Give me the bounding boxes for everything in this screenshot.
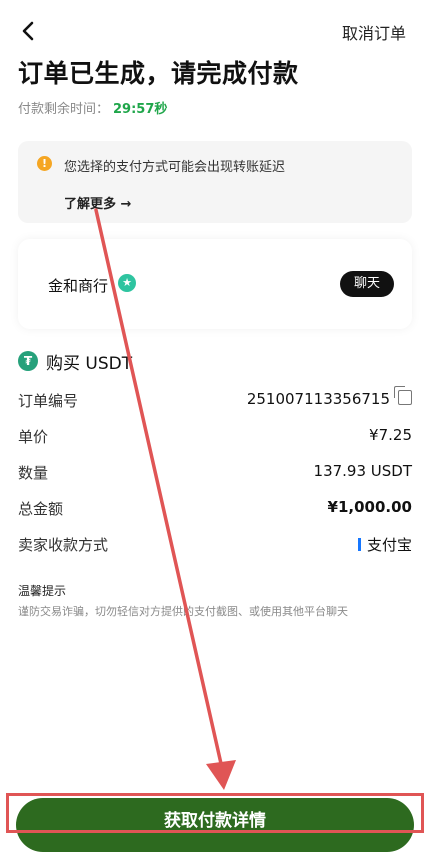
- tip-title: 温馨提示: [18, 584, 67, 598]
- payment-method-value: 支付宝: [357, 534, 412, 555]
- merchant-card: 金和商行 ★ 聊天: [18, 239, 412, 329]
- total-amount-row: 总金额 ¥1,000.00: [18, 498, 412, 522]
- chevron-left-icon[interactable]: [14, 16, 44, 46]
- unit-price-value: ¥7.25: [369, 426, 412, 444]
- annotation-box: [6, 793, 424, 833]
- row-label: 卖家收款方式: [18, 536, 109, 554]
- payment-method-text: 支付宝: [366, 536, 412, 554]
- order-number-row: 订单编号 251007113356715: [18, 386, 412, 414]
- merchant-name: 金和商行: [48, 277, 109, 295]
- verified-star-icon: ★: [118, 274, 136, 292]
- row-label: 总金额: [18, 500, 64, 518]
- timer-value: 29:57秒: [113, 102, 168, 117]
- learn-more-link[interactable]: 了解更多 →: [64, 193, 131, 212]
- alipay-icon: [357, 538, 361, 551]
- row-label: 订单编号: [18, 392, 79, 410]
- usdt-icon: ₮: [18, 351, 38, 371]
- row-label: 数量: [18, 464, 49, 482]
- notice-message: 您选择的支付方式可能会出现转账延迟: [64, 160, 286, 175]
- quantity-value: 137.93 USDT: [313, 462, 412, 480]
- tip-body: 谨防交易诈骗，切勿轻信对方提供的支付截图、或使用其他平台聊天: [18, 605, 348, 618]
- unit-price-row: 单价 ¥7.25: [18, 426, 412, 450]
- page-title: 订单已生成，请完成付款: [18, 59, 299, 88]
- order-number-value: 251007113356715: [246, 386, 412, 408]
- row-label: 单价: [18, 428, 49, 446]
- payment-delay-notice: ! 您选择的支付方式可能会出现转账延迟 了解更多 →: [18, 141, 412, 223]
- order-number-text: 251007113356715: [246, 390, 390, 408]
- payment-timer: 付款剩余时间： 29:57秒: [18, 98, 167, 117]
- total-amount-value: ¥1,000.00: [327, 498, 412, 516]
- timer-label: 付款剩余时间：: [18, 102, 110, 117]
- payment-method-row: 卖家收款方式 支付宝: [18, 534, 412, 558]
- copy-icon[interactable]: [394, 386, 412, 405]
- chat-button[interactable]: 聊天: [340, 271, 394, 297]
- top-bar: 取消订单: [0, 0, 430, 60]
- quantity-row: 数量 137.93 USDT: [18, 462, 412, 486]
- order-heading-text: 购买 USDT: [46, 354, 133, 374]
- annotation-arrow: [94, 208, 236, 790]
- cancel-order-button[interactable]: 取消订单: [342, 20, 406, 44]
- warning-icon: !: [37, 156, 52, 171]
